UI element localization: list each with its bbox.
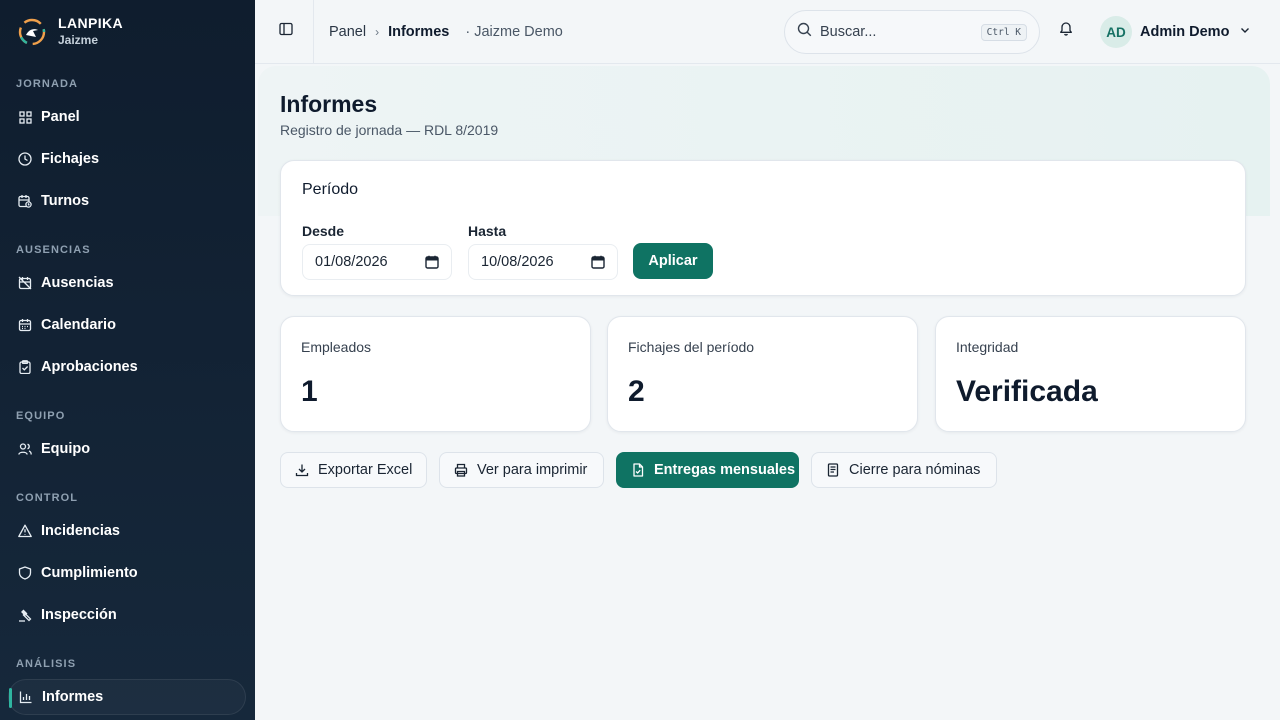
- bell-icon: [1059, 21, 1073, 41]
- to-date-value: 10/08/2026: [481, 254, 554, 270]
- user-name: Admin Demo: [1140, 24, 1230, 40]
- sidebar-item-label: Equipo: [41, 441, 91, 457]
- sidebar-item-incidencias[interactable]: Incidencias: [8, 513, 246, 549]
- action-label: Entregas mensuales: [654, 462, 796, 478]
- stat-value: 1: [301, 375, 318, 408]
- stat-value: 2: [628, 375, 645, 408]
- printer-icon: [454, 463, 468, 477]
- brand-org: Jaizme: [58, 33, 99, 47]
- download-icon: [295, 463, 309, 477]
- shield-icon: [18, 566, 32, 580]
- search-input[interactable]: Buscar... Ctrl K: [784, 10, 1040, 54]
- stat-card-fichajes: Fichajes del período 2: [607, 316, 918, 432]
- grid-icon: [18, 110, 32, 124]
- file-check-icon: [631, 463, 645, 477]
- calendar-icon[interactable]: [591, 255, 605, 269]
- brand-name: LANPIKA: [58, 15, 124, 31]
- sidebar-item-label: Incidencias: [41, 523, 120, 539]
- sidebar-item-label: Aprobaciones: [41, 359, 138, 375]
- breadcrumb-org: · Jaizme Demo: [465, 24, 563, 40]
- stat-label: Integridad: [956, 339, 1019, 355]
- stat-card-empleados: Empleados 1: [280, 316, 591, 432]
- brand-logo-icon: [18, 18, 46, 46]
- from-date-input[interactable]: 01/08/2026: [302, 244, 452, 280]
- search-icon: [797, 22, 812, 42]
- chevron-right-icon: ›: [375, 25, 380, 39]
- export-excel-button[interactable]: Exportar Excel: [280, 452, 427, 488]
- period-title: Período: [302, 181, 359, 198]
- sidebar-item-inspeccion[interactable]: Inspección: [8, 597, 246, 633]
- section-label-equipo: EQUIPO: [16, 410, 66, 422]
- main-content: Informes Registro de jornada — RDL 8/201…: [255, 64, 1280, 720]
- chevron-down-icon: [1239, 23, 1251, 41]
- search-shortcut: Ctrl K: [980, 23, 1027, 41]
- bar-chart-icon: [19, 690, 33, 704]
- gavel-icon: [18, 608, 32, 622]
- from-date-value: 01/08/2026: [315, 254, 388, 270]
- sidebar-item-label: Cumplimiento: [41, 565, 138, 581]
- user-menu[interactable]: AD Admin Demo: [1100, 16, 1251, 48]
- print-view-button[interactable]: Ver para imprimir: [439, 452, 604, 488]
- stat-label: Empleados: [301, 339, 372, 355]
- to-date-input[interactable]: 10/08/2026: [468, 244, 618, 280]
- sidebar-item-label: Ausencias: [41, 275, 114, 291]
- sidebar-item-equipo[interactable]: Equipo: [8, 431, 246, 467]
- org-name: Jaizme Demo: [474, 24, 563, 40]
- search-placeholder: Buscar...: [820, 24, 877, 40]
- brand[interactable]: LANPIKA Jaizme: [0, 0, 255, 64]
- sidebar-toggle-button[interactable]: [275, 20, 297, 42]
- breadcrumb: Panel › Informes · Jaizme Demo: [329, 0, 563, 64]
- sidebar-item-aprobaciones[interactable]: Aprobaciones: [8, 349, 246, 385]
- section-label-jornada: JORNADA: [16, 78, 79, 90]
- monthly-deliveries-button[interactable]: Entregas mensuales: [616, 452, 799, 488]
- page-title: Informes: [280, 91, 378, 117]
- sidebar-item-label: Inspección: [41, 607, 117, 623]
- sidebar-item-calendario[interactable]: Calendario: [8, 307, 246, 343]
- notifications-button[interactable]: [1056, 21, 1076, 41]
- receipt-icon: [826, 463, 840, 477]
- warning-icon: [18, 524, 32, 538]
- calendar-icon: [18, 318, 32, 332]
- breadcrumb-panel-link[interactable]: Panel: [329, 24, 366, 40]
- stat-card-integridad: Integridad Verificada: [935, 316, 1246, 432]
- sidebar-item-panel[interactable]: Panel: [8, 99, 246, 135]
- breadcrumb-current: Informes: [388, 24, 450, 40]
- users-icon: [18, 442, 32, 456]
- sidebar-item-turnos[interactable]: Turnos: [8, 183, 246, 219]
- sidebar-item-label: Panel: [41, 109, 80, 125]
- sidebar: LANPIKA Jaizme JORNADA Panel Fichajes Tu…: [0, 0, 255, 720]
- sidebar-item-fichajes[interactable]: Fichajes: [8, 141, 246, 177]
- action-label: Ver para imprimir: [477, 462, 588, 478]
- section-label-ausencias: AUSENCIAS: [16, 244, 91, 256]
- calendar-icon[interactable]: [425, 255, 439, 269]
- period-card: Período Desde 01/08/2026 Hasta 10/08/202…: [280, 160, 1246, 296]
- clipboard-check-icon: [18, 360, 32, 374]
- topbar-divider: [313, 0, 314, 63]
- panel-left-icon: [279, 22, 293, 41]
- action-label: Exportar Excel: [318, 462, 413, 478]
- topbar: Panel › Informes · Jaizme Demo Buscar...…: [255, 0, 1280, 64]
- apply-button[interactable]: Aplicar: [633, 243, 713, 279]
- sidebar-item-label: Calendario: [41, 317, 116, 333]
- sidebar-item-label: Informes: [42, 689, 104, 705]
- section-label-analisis: ANÁLISIS: [16, 658, 77, 670]
- from-label: Desde: [302, 223, 345, 239]
- action-label: Cierre para nóminas: [849, 462, 981, 478]
- calendar-off-icon: [18, 276, 32, 290]
- sidebar-item-label: Turnos: [41, 193, 90, 209]
- sidebar-item-label: Fichajes: [41, 151, 100, 167]
- sidebar-item-cumplimiento[interactable]: Cumplimiento: [8, 555, 246, 591]
- sidebar-item-informes[interactable]: Informes: [8, 679, 246, 715]
- to-label: Hasta: [468, 223, 507, 239]
- avatar: AD: [1100, 16, 1132, 48]
- section-label-control: CONTROL: [16, 492, 79, 504]
- calendar-clock-icon: [18, 194, 32, 208]
- sidebar-item-ausencias[interactable]: Ausencias: [8, 265, 246, 301]
- page-subtitle: Registro de jornada — RDL 8/2019: [280, 122, 499, 138]
- clock-icon: [18, 152, 32, 166]
- stat-value: Verificada: [956, 375, 1098, 408]
- payroll-closing-button[interactable]: Cierre para nóminas: [811, 452, 997, 488]
- stat-label: Fichajes del período: [628, 339, 755, 355]
